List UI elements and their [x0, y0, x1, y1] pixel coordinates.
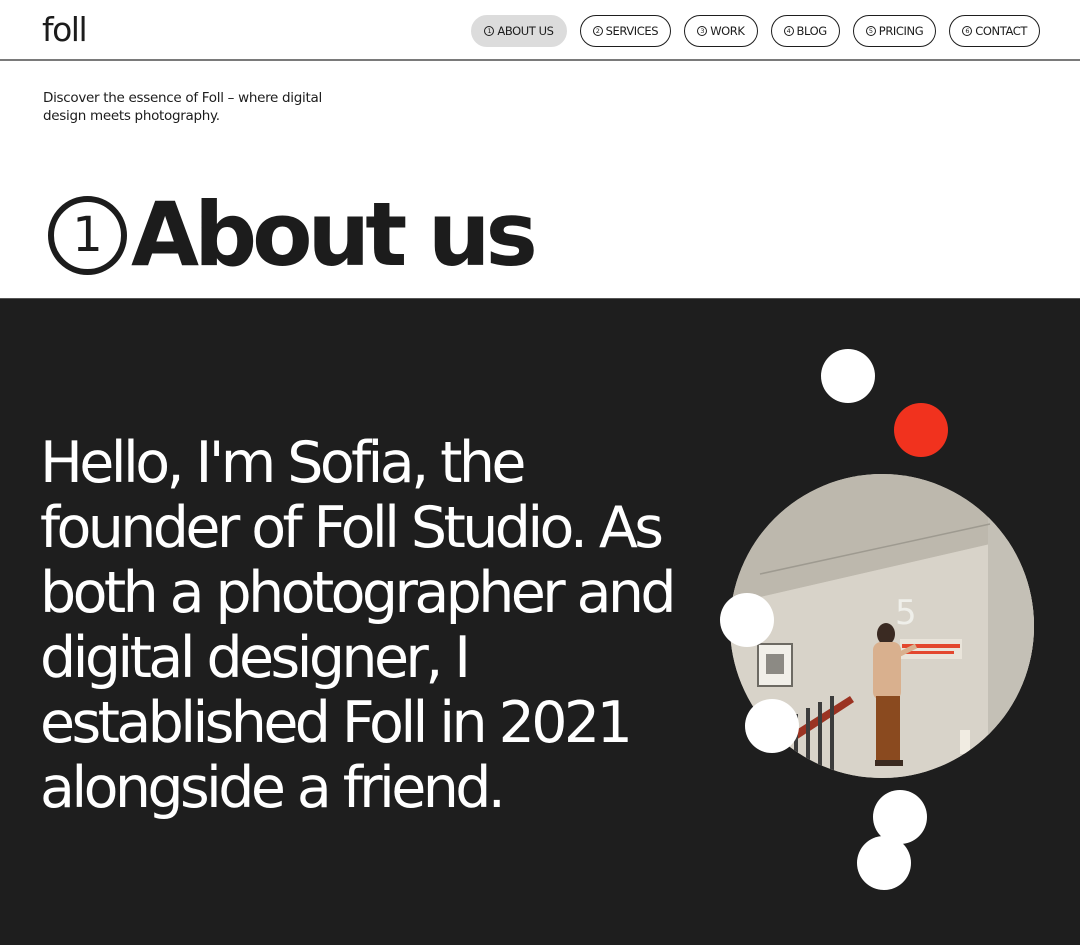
circled-number-3-icon: 3 — [697, 26, 708, 36]
nav-work[interactable]: 3 WORK — [684, 15, 758, 47]
nav-pricing[interactable]: 5 PRICING — [852, 15, 937, 47]
about-paragraph: Hello, I'm Sofia, the founder of Foll St… — [40, 430, 677, 821]
circled-number-5-icon: 5 — [865, 26, 876, 36]
page-title: About us — [131, 183, 538, 286]
intro-text: Discover the essence of Foll – where dig… — [43, 90, 322, 124]
decorative-white-dot — [720, 593, 774, 647]
circled-number-4-icon: 4 — [783, 26, 794, 36]
section-heading: 1 About us — [48, 180, 538, 290]
decorative-white-dot — [857, 836, 911, 890]
nav-about-us[interactable]: 1 ABOUT US — [471, 15, 567, 47]
decorative-white-dot — [745, 699, 799, 753]
circled-number-1-icon: 1 — [484, 26, 495, 36]
decorative-red-dot — [894, 403, 948, 457]
nav-blog[interactable]: 4 BLOG — [770, 15, 840, 47]
nav-services[interactable]: 2 SERVICES — [579, 15, 672, 47]
about-section: Hello, I'm Sofia, the founder of Foll St… — [0, 298, 1080, 945]
nav-label: CONTACT — [975, 24, 1027, 38]
circled-number-2-icon: 2 — [592, 26, 603, 36]
nav-label: WORK — [710, 24, 745, 38]
foll-logo[interactable]: foll — [42, 10, 88, 49]
nav-label: BLOG — [796, 24, 828, 38]
nav-label: SERVICES — [605, 24, 659, 38]
nav-contact[interactable]: 6 CONTACT — [949, 15, 1040, 47]
main-nav: 1 ABOUT US 2 SERVICES 3 WORK 4 BLOG 5 PRICING… — [471, 15, 1040, 47]
circled-number-6-icon: 6 — [962, 26, 973, 36]
decorative-white-dot — [821, 349, 875, 403]
nav-label: PRICING — [878, 24, 924, 38]
top-bar: foll 1 ABOUT US 2 SERVICES 3 WORK 4 BLOG 5 PR… — [0, 0, 1080, 61]
nav-label: ABOUT US — [497, 24, 554, 38]
svg-text:5: 5 — [895, 593, 917, 633]
circled-number-1-icon: 1 — [48, 195, 127, 275]
